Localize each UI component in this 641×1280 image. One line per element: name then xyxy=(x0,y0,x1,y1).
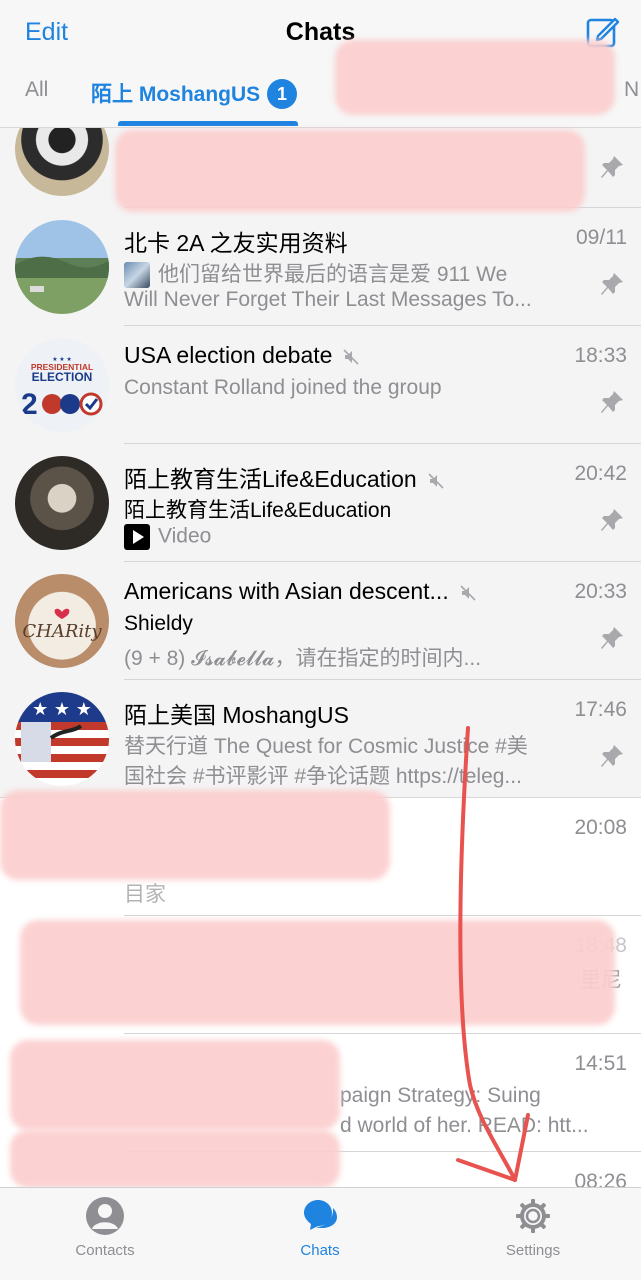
message-sender: 陌上教育生活Life&Education xyxy=(124,499,392,522)
video-icon xyxy=(124,524,150,550)
chats-icon xyxy=(304,1200,337,1230)
svg-text:2: 2 xyxy=(21,388,38,421)
chat-title-text: Americans with Asian descent... xyxy=(124,578,449,604)
chat-avatar xyxy=(15,128,109,196)
preview-text: 他们留给世界最后的语言是爱 911 We xyxy=(158,263,508,286)
chat-title: Americans with Asian descent... xyxy=(124,578,477,605)
chat-title: USA election debate xyxy=(124,342,360,369)
mute-icon xyxy=(428,473,444,489)
tab-settings[interactable]: Settings xyxy=(473,1196,593,1259)
chat-row[interactable]: 陌上教育生活Life&Education 20:42 陌上教育生活Life&Ed… xyxy=(0,444,641,562)
svg-text:★ ★ ★: ★ ★ ★ xyxy=(32,699,92,720)
message-preview-line2: (9 + 8) 𝓘𝓼𝓪𝓫𝓮𝓵𝓵𝓪，请在指定的时间内... xyxy=(124,647,482,670)
tab-settings-label: Settings xyxy=(505,1242,561,1259)
redaction-mark xyxy=(10,1130,340,1188)
message-preview-line2: Video xyxy=(124,524,582,550)
pin-icon xyxy=(601,391,623,413)
media-thumbnail xyxy=(124,262,150,289)
chat-avatar: CHARity xyxy=(15,574,109,668)
message-preview-line2: Will Never Forget Their Last Messages To… xyxy=(124,288,532,311)
chat-row[interactable]: 北卡 2A 之友实用资料 09/11 他们留给世界最后的语言是爱 911 We … xyxy=(0,208,641,326)
chat-time: 20:08 xyxy=(574,816,627,839)
tab-all[interactable]: All xyxy=(25,78,48,102)
tab-chats[interactable]: Chats xyxy=(260,1196,380,1259)
chat-time: 20:42 xyxy=(574,462,627,485)
redaction-mark xyxy=(115,130,585,212)
tab-contacts[interactable]: Contacts xyxy=(45,1196,165,1259)
tab-contacts-label: Contacts xyxy=(75,1242,135,1259)
chat-title: 北卡 2A 之友实用资料 xyxy=(124,230,348,256)
chat-list[interactable]: 北卡 2A 之友实用资料 09/11 他们留给世界最后的语言是爱 911 We … xyxy=(0,128,641,1187)
chat-time: 09/11 xyxy=(576,226,627,249)
redaction-mark xyxy=(335,40,615,115)
pin-icon xyxy=(601,745,623,767)
bottom-tab-bar: Contacts Chats Settings xyxy=(0,1187,641,1280)
chat-row[interactable]: ★ ★ ★ PRESIDENTIAL ELECTION 2 USA electi… xyxy=(0,326,641,444)
tab-moshang[interactable]: 陌上 MoshangUS xyxy=(91,78,260,108)
pin-icon xyxy=(601,627,623,649)
contacts-icon xyxy=(86,1197,124,1235)
avatar-text-mid: ELECTION xyxy=(32,370,93,384)
chat-row[interactable]: CHARity Americans with Asian descent... … xyxy=(0,562,641,680)
message-preview-line1: Constant Rolland joined the group xyxy=(124,376,442,399)
redaction-mark xyxy=(0,790,390,880)
chat-title: 陌上教育生活Life&Education xyxy=(124,460,445,494)
redaction-mark xyxy=(20,920,615,1025)
chat-time: 14:51 xyxy=(574,1052,627,1075)
message-preview-line1: 替天行道 The Quest for Cosmic Justice #美 xyxy=(124,735,528,758)
message-preview-line1: 他们留给世界最后的语言是爱 911 We xyxy=(124,258,582,289)
chat-avatar xyxy=(15,220,109,314)
gear-icon xyxy=(516,1199,550,1233)
message-preview-line1: paign Strategy: Suing xyxy=(340,1084,541,1107)
unread-badge: 1 xyxy=(267,79,297,109)
tab-next-partial[interactable]: N xyxy=(624,78,639,102)
chat-time: 20:33 xyxy=(574,580,627,603)
avatar-text: CHARity xyxy=(22,621,102,642)
chat-title: 陌上美国 MoshangUS xyxy=(124,702,349,728)
message-sender: Shieldy xyxy=(124,612,193,635)
chat-title-text: 陌上教育生活Life&Education xyxy=(124,466,417,492)
chat-title-text: USA election debate xyxy=(124,342,333,368)
tab-chats-label: Chats xyxy=(300,1242,340,1259)
pin-icon xyxy=(601,509,623,531)
pin-icon xyxy=(601,273,623,295)
chat-time: 18:33 xyxy=(574,344,627,367)
chat-avatar: ★ ★ ★ xyxy=(15,692,109,786)
message-preview-line2: 目家 xyxy=(124,883,166,906)
mute-icon xyxy=(343,349,360,365)
chat-time: 08:26 xyxy=(574,1170,627,1187)
tab-active-indicator xyxy=(118,121,298,126)
chat-avatar xyxy=(15,456,109,550)
chat-avatar: ★ ★ ★ PRESIDENTIAL ELECTION 2 xyxy=(15,338,109,432)
redaction-mark xyxy=(10,1040,340,1130)
pin-icon xyxy=(601,156,623,178)
message-preview-line2: d world of her. READ: htt... xyxy=(340,1114,589,1137)
preview-text: Video xyxy=(158,524,212,548)
mute-icon xyxy=(460,585,476,601)
message-preview-line2: 国社会 #书评影评 #争论话题 https://teleg... xyxy=(124,765,522,788)
chat-row[interactable]: ★ ★ ★ 陌上美国 MoshangUS 17:46 替天行道 The Ques… xyxy=(0,680,641,798)
chat-time: 17:46 xyxy=(574,698,627,721)
